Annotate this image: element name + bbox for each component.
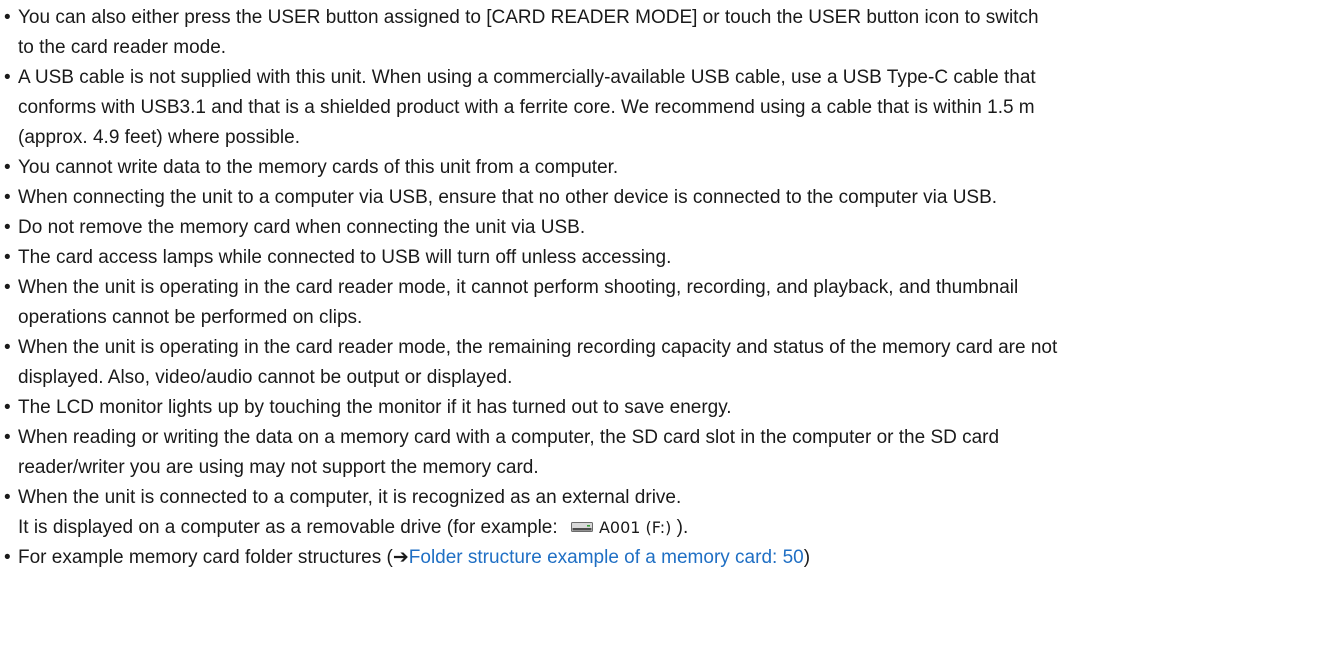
note-item: • When the unit is connected to a comput…: [0, 483, 1321, 543]
xref-line: For example memory card folder structure…: [18, 543, 1315, 573]
note-text: to the card reader mode.: [18, 37, 227, 58]
note-text: A USB cable is not supplied with this un…: [18, 67, 1036, 88]
removable-drive-icon: [570, 521, 593, 532]
note-text: When the unit is operating in the card r…: [18, 277, 1019, 298]
drive-example-suffix: ).: [671, 517, 689, 538]
note-text: When the unit is connected to a computer…: [18, 487, 682, 508]
folder-structure-link[interactable]: Folder structure example of a memory car…: [409, 547, 804, 568]
note-item: • The card access lamps while connected …: [0, 243, 1321, 273]
note-text: You cannot write data to the memory card…: [18, 157, 619, 178]
note-item: • You cannot write data to the memory ca…: [0, 153, 1321, 183]
bullet: •: [4, 547, 11, 568]
bullet: •: [4, 7, 11, 28]
bullet: •: [4, 487, 11, 508]
note-text: Do not remove the memory card when conne…: [18, 217, 586, 238]
drive-label: A001 (F:): [598, 518, 672, 537]
bullet: •: [4, 187, 11, 208]
note-text: operations cannot be performed on clips.: [18, 307, 363, 328]
note-item: • You can also either press the USER but…: [0, 3, 1321, 63]
bullet: •: [4, 67, 11, 88]
bullet: •: [4, 217, 11, 238]
note-item: • When the unit is operating in the card…: [0, 273, 1321, 333]
note-item: • For example memory card folder structu…: [0, 543, 1321, 573]
note-item: • When the unit is operating in the card…: [0, 333, 1321, 393]
xref-prefix: For example memory card folder structure…: [18, 547, 393, 568]
xref-suffix: ): [803, 547, 811, 568]
note-text: reader/writer you are using may not supp…: [18, 457, 539, 478]
note-text: (approx. 4.9 feet) where possible.: [18, 127, 300, 148]
note-text: You can also either press the USER butto…: [18, 7, 1039, 28]
note-text: The card access lamps while connected to…: [18, 247, 672, 268]
note-item: • When reading or writing the data on a …: [0, 423, 1321, 483]
note-text: When reading or writing the data on a me…: [18, 427, 1000, 448]
note-text: conforms with USB3.1 and that is a shiel…: [18, 97, 1035, 118]
note-text: displayed. Also, video/audio cannot be o…: [18, 367, 513, 388]
note-item: • A USB cable is not supplied with this …: [0, 63, 1321, 153]
note-text: The LCD monitor lights up by touching th…: [18, 397, 732, 418]
bullet: •: [4, 157, 11, 178]
drive-example-prefix: It is displayed on a computer as a remov…: [18, 517, 563, 538]
arrow-right-icon: ➔: [392, 547, 409, 568]
note-item: • Do not remove the memory card when con…: [0, 213, 1321, 243]
bullet: •: [4, 277, 11, 298]
bullet: •: [4, 337, 11, 358]
drive-example-line: It is displayed on a computer as a remov…: [18, 513, 1315, 543]
note-item: • The LCD monitor lights up by touching …: [0, 393, 1321, 423]
bullet: •: [4, 427, 11, 448]
bullet: •: [4, 247, 11, 268]
note-text: When connecting the unit to a computer v…: [18, 187, 998, 208]
notes-list: • You can also either press the USER but…: [0, 0, 1321, 573]
bullet: •: [4, 397, 11, 418]
note-item: • When connecting the unit to a computer…: [0, 183, 1321, 213]
note-text: When the unit is operating in the card r…: [18, 337, 1058, 358]
